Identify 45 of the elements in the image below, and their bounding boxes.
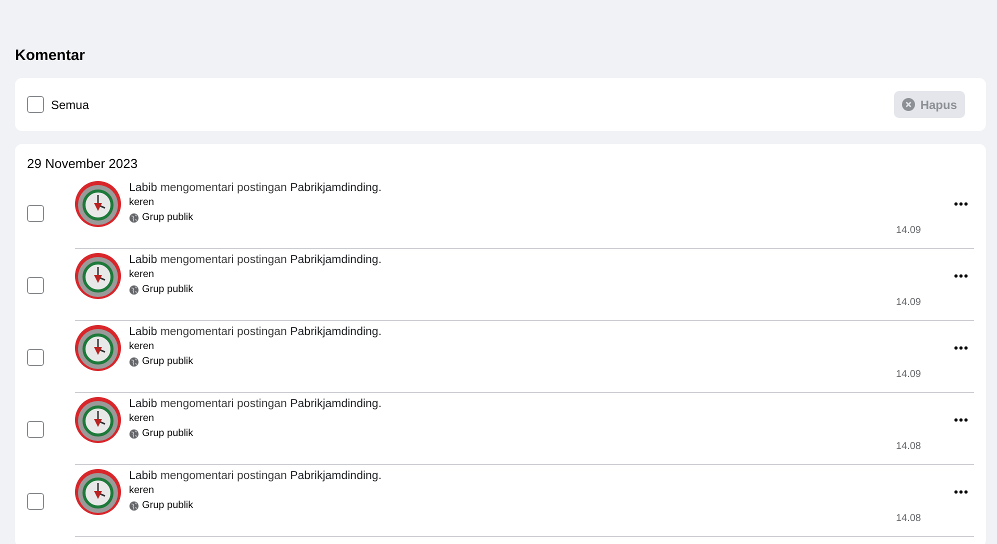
- comment-text: keren: [129, 269, 156, 280]
- activity-text: Labib mengomentari postingan Pabrikjamdinding.: [129, 398, 383, 410]
- globe-icon: [129, 356, 139, 366]
- more-options-button[interactable]: [954, 346, 968, 350]
- clock-avatar-drawing: [75, 253, 121, 299]
- audience-label: Grup publik: [142, 212, 194, 223]
- clock-avatar-drawing: [75, 181, 121, 227]
- row-checkbox[interactable]: [27, 348, 44, 366]
- row-checkbox[interactable]: [27, 276, 44, 294]
- row-checkbox[interactable]: [27, 492, 44, 510]
- row-checkbox[interactable]: [27, 420, 44, 438]
- globe-icon: [129, 284, 139, 294]
- more-options-button[interactable]: [954, 202, 968, 206]
- select-all-checkbox[interactable]: [27, 96, 44, 113]
- close-icon: [902, 98, 916, 111]
- row-checkbox[interactable]: [27, 204, 44, 222]
- comment-text: keren: [129, 413, 156, 424]
- more-options-button[interactable]: [954, 274, 968, 278]
- clock-avatar-drawing: [75, 325, 121, 371]
- comment-time: 14.08: [896, 441, 921, 452]
- audience-label: Grup publik: [142, 284, 194, 295]
- audience-label: Grup publik: [142, 428, 194, 439]
- select-all-label: Semua: [51, 98, 90, 112]
- more-options-button[interactable]: [954, 490, 968, 494]
- activity-text: Labib mengomentari postingan Pabrikjamdinding.: [129, 182, 383, 194]
- comment-text: keren: [129, 485, 156, 496]
- comment-time: 14.09: [896, 297, 921, 308]
- audience-label: Grup publik: [142, 500, 194, 511]
- audience-label: Grup publik: [142, 356, 194, 367]
- clock-avatar-drawing: [75, 469, 121, 515]
- globe-icon: [129, 428, 139, 438]
- activity-text: Labib mengomentari postingan Pabrikjamdinding.: [129, 470, 383, 482]
- clock-avatar-drawing: [75, 397, 121, 443]
- comment-text: keren: [129, 341, 156, 352]
- comment-time: 14.09: [896, 369, 921, 380]
- globe-icon: [129, 212, 139, 222]
- activity-text: Labib mengomentari postingan Pabrikjamdinding.: [129, 326, 383, 338]
- more-options-button[interactable]: [954, 418, 968, 422]
- activity-text: Labib mengomentari postingan Pabrikjamdinding.: [129, 254, 383, 266]
- page-title: Komentar: [15, 47, 86, 64]
- globe-icon: [129, 500, 139, 510]
- comment-time: 14.08: [896, 513, 921, 524]
- comment-text: keren: [129, 197, 156, 208]
- date-heading: 29 November 2023: [27, 156, 139, 171]
- comment-time: 14.09: [896, 225, 921, 236]
